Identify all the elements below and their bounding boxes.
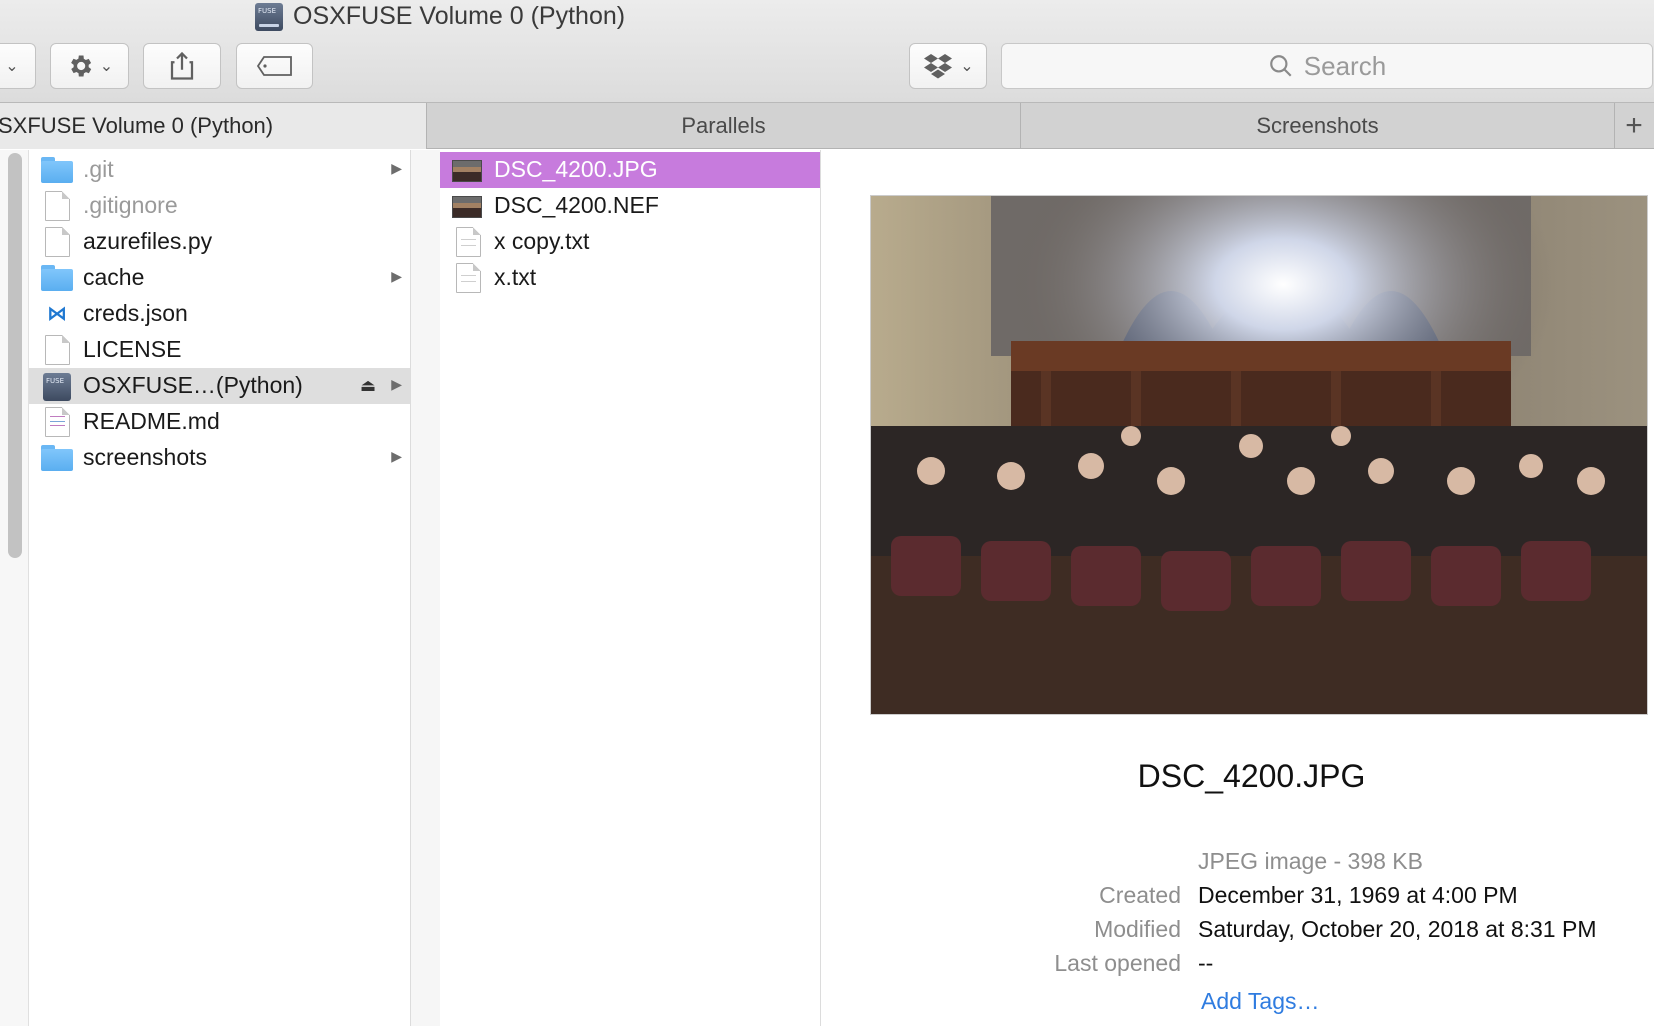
- document-icon: [45, 191, 70, 221]
- share-button[interactable]: [143, 43, 221, 89]
- folder-icon: [41, 157, 73, 183]
- disclosure-arrow-icon: ▶: [391, 376, 402, 392]
- disclosure-arrow-icon: ▶: [391, 268, 402, 284]
- created-value: December 31, 1969 at 4:00 PM: [1198, 882, 1518, 908]
- text-file-icon: [456, 227, 481, 257]
- list-item[interactable]: LICENSE: [29, 332, 410, 368]
- search-icon: [1269, 55, 1292, 77]
- drive-icon: [255, 2, 283, 31]
- list-item[interactable]: DSC_4200.JPG: [440, 152, 820, 188]
- new-tab-button[interactable]: +: [1614, 103, 1654, 149]
- file-name: README.md: [83, 408, 220, 434]
- created-label: Created: [1099, 882, 1181, 908]
- file-name: .git: [83, 156, 114, 182]
- file-name: azurefiles.py: [83, 228, 213, 254]
- action-menu-button[interactable]: ⌄: [50, 43, 129, 89]
- gear-icon: [70, 55, 91, 77]
- document-icon: [45, 227, 70, 257]
- vscode-icon: ⋈: [47, 303, 67, 325]
- view-menu-button[interactable]: ⌄: [0, 43, 36, 89]
- scrollbar-thumb[interactable]: [8, 153, 22, 558]
- title-bar: OSXFUSE Volume 0 (Python): [0, 0, 1654, 36]
- column-divider[interactable]: [411, 150, 441, 1026]
- tab-label: Screenshots: [1256, 113, 1379, 138]
- document-icon: [45, 335, 70, 365]
- dropbox-icon: [924, 54, 953, 79]
- tag-icon: [256, 56, 292, 76]
- tag-button[interactable]: [236, 43, 313, 89]
- list-item[interactable]: x.txt: [440, 260, 820, 296]
- last-opened-value: --: [1198, 950, 1214, 976]
- file-name: .gitignore: [83, 192, 178, 218]
- window-title-text: OSXFUSE Volume 0 (Python): [293, 2, 626, 30]
- tab-osxfuse-volume[interactable]: SXFUSE Volume 0 (Python): [0, 103, 427, 149]
- file-name: cache: [83, 264, 145, 290]
- list-item[interactable]: ⋈ creds.json: [29, 296, 410, 332]
- folder-icon: [41, 445, 73, 471]
- tab-label: Parallels: [681, 113, 766, 138]
- file-name: x.txt: [494, 264, 537, 290]
- browser-column-1: .git ▶ .gitignore azurefiles.py cache ▶ …: [29, 150, 411, 1026]
- tab-screenshots[interactable]: Screenshots: [1021, 103, 1615, 149]
- image-thumbnail-icon: [452, 196, 482, 218]
- list-item[interactable]: DSC_4200.NEF: [440, 188, 820, 224]
- window-title: OSXFUSE Volume 0 (Python): [255, 2, 625, 31]
- drive-icon: [43, 373, 71, 401]
- plus-icon: +: [1625, 109, 1643, 142]
- add-tags-link[interactable]: Add Tags…: [1201, 988, 1319, 1015]
- dropbox-button[interactable]: ⌄: [909, 43, 987, 89]
- file-name: creds.json: [83, 300, 188, 326]
- file-name: DSC_4200.JPG: [494, 156, 658, 182]
- list-item[interactable]: azurefiles.py: [29, 224, 410, 260]
- disclosure-arrow-icon: ▶: [391, 448, 402, 464]
- list-item[interactable]: screenshots ▶: [29, 440, 410, 476]
- list-item[interactable]: x copy.txt: [440, 224, 820, 260]
- list-item[interactable]: cache ▶: [29, 260, 410, 296]
- modified-label: Modified: [1094, 916, 1181, 942]
- preview-file-kind: JPEG image - 398 KB: [1198, 848, 1423, 874]
- chevron-down-icon: ⌄: [5, 58, 19, 75]
- file-name: screenshots: [83, 444, 208, 470]
- folder-icon: [41, 265, 73, 291]
- file-name: OSXFUSE…(Python): [83, 372, 303, 398]
- list-item[interactable]: README.md: [29, 404, 410, 440]
- window-toolbar: OSXFUSE Volume 0 (Python) ⌄ ⌄ ⌄ Sear: [0, 0, 1654, 103]
- column-divider[interactable]: [821, 150, 849, 1026]
- preview-image: [870, 195, 1648, 715]
- tab-parallels[interactable]: Parallels: [427, 103, 1021, 149]
- text-file-icon: [456, 263, 481, 293]
- list-item[interactable]: OSXFUSE…(Python) ⏏ ▶: [29, 368, 410, 404]
- search-field[interactable]: Search: [1001, 43, 1653, 89]
- tab-bar: SXFUSE Volume 0 (Python) Parallels Scree…: [0, 103, 1654, 149]
- search-placeholder: Search: [1303, 50, 1387, 81]
- chevron-down-icon: ⌄: [960, 58, 974, 75]
- last-opened-label: Last opened: [1054, 950, 1181, 976]
- list-item[interactable]: .git ▶: [29, 152, 410, 188]
- chevron-down-icon: ⌄: [99, 58, 114, 75]
- disclosure-arrow-icon: ▶: [391, 160, 402, 176]
- modified-value: Saturday, October 20, 2018 at 8:31 PM: [1198, 916, 1597, 942]
- image-thumbnail-icon: [452, 160, 482, 182]
- file-name: DSC_4200.NEF: [494, 192, 659, 218]
- file-name: LICENSE: [83, 336, 182, 362]
- list-item[interactable]: .gitignore: [29, 188, 410, 224]
- tab-label: SXFUSE Volume 0 (Python): [0, 113, 274, 138]
- share-icon: [170, 51, 194, 80]
- browser-column-2: DSC_4200.JPG DSC_4200.NEF x copy.txt x.t…: [440, 150, 821, 1026]
- markdown-icon: [45, 407, 70, 437]
- preview-file-name: DSC_4200.JPG: [1137, 758, 1366, 794]
- file-name: x copy.txt: [494, 228, 590, 254]
- eject-icon[interactable]: ⏏: [360, 376, 376, 396]
